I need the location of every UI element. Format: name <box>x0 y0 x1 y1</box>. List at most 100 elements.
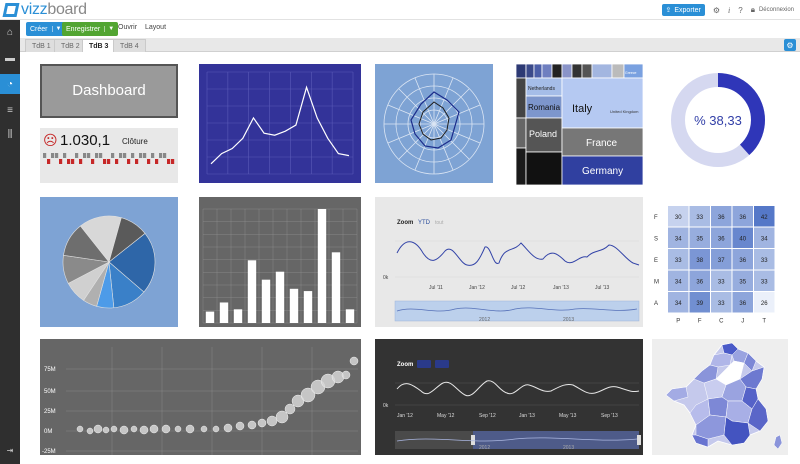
dashboard-gauge-icon[interactable]: ◔ <box>0 74 20 94</box>
line-chart-widget[interactable] <box>199 64 361 183</box>
treemap-label-uk: United Kingdom <box>610 109 639 114</box>
open-link[interactable]: Ouvrir <box>118 24 137 31</box>
kpi-spark-mark <box>47 159 51 164</box>
dark-navigator-tick-2013: 2013 <box>563 445 574 451</box>
dashboard-title-widget[interactable]: Dashboard <box>40 64 178 118</box>
home-icon[interactable]: ⌂ <box>0 22 20 42</box>
donut-widget[interactable]: % 38,33 <box>668 70 768 170</box>
heatmap-cell-value: 36 <box>718 215 725 221</box>
kpi-spark-mark <box>155 159 159 164</box>
bubble-chart-widget[interactable]: 75M 50M 25M 0M -25M <box>40 339 361 455</box>
kpi-spark-mark <box>87 153 91 158</box>
treemap-label-netherlands: Netherlands <box>528 86 555 92</box>
app-logo[interactable]: vizzboard <box>2 1 87 18</box>
zoom-all-button[interactable]: tout <box>435 220 444 226</box>
tab-tdb1[interactable]: TdB 1 <box>25 39 58 52</box>
layout-link[interactable]: Layout <box>145 24 166 31</box>
treemap-label-france: France <box>586 138 618 149</box>
dark-x-tick-sep13: Sep '13 <box>601 413 618 419</box>
kpi-spark-mark <box>83 153 87 158</box>
heatmap-cell-value: 37 <box>718 258 725 264</box>
area-chart-ytd: Zoom YTD tout 0k Jul '11 Jan '12 Jul '12… <box>383 220 640 323</box>
kpi-spark-mark <box>143 153 147 158</box>
logo-prefix: vizz <box>21 1 48 18</box>
bar-chart-widget[interactable] <box>199 197 361 327</box>
help-icon[interactable]: ? <box>738 6 742 15</box>
bar-chart <box>202 208 358 324</box>
bar <box>233 309 243 323</box>
create-button[interactable]: Créer ▼ <box>26 22 66 36</box>
save-button[interactable]: Enregistrer ▼ <box>62 22 119 36</box>
heatmap-cell-value: 36 <box>739 258 746 264</box>
dashboard-title: Dashboard <box>72 82 146 99</box>
kpi-spark-mark <box>163 153 167 158</box>
logo-icon <box>2 3 20 17</box>
top-right-actions: ⇪ Exporter ⚙ i ? 🔒︎ Déconnexion <box>661 3 794 17</box>
tab-settings-gear-icon[interactable]: ⚙ <box>784 39 796 51</box>
chevron-down-icon: ▼ <box>51 26 61 32</box>
folder-icon[interactable]: ▬ <box>0 48 20 68</box>
heatmap-cell-value: 34 <box>675 301 682 307</box>
logout-link[interactable]: Déconnexion <box>759 7 794 13</box>
donut-label: % 38,33 <box>694 113 742 128</box>
dark-navigator-handle-right[interactable] <box>637 435 641 445</box>
heatmap-row-label: M <box>654 279 659 285</box>
kpi-spark-mark <box>167 159 171 164</box>
dark-y-tick-0k: 0k <box>383 403 389 409</box>
dashboard-tabs: TdB 1 TdB 2 TdB 3 TdB 4 ⚙ <box>20 38 800 52</box>
heatmap-cell-value: 33 <box>718 279 725 285</box>
settings-gear-icon[interactable]: ⚙ <box>713 6 720 15</box>
zoom-ytd-button[interactable]: YTD <box>418 220 431 226</box>
area-chart-ytd-widget[interactable]: Zoom YTD tout 0k Jul '11 Jan '12 Jul '12… <box>375 197 643 327</box>
expand-sidebar-icon[interactable]: ⇥ <box>0 440 20 460</box>
lock-icon[interactable]: 🔒︎ <box>751 5 755 15</box>
kpi-spark-mark <box>95 153 99 158</box>
heatmap-cell-value: 35 <box>696 236 703 242</box>
dark-x-tick-may12: May '12 <box>437 413 455 419</box>
bubble-series <box>76 356 359 435</box>
heatmap: F 30 33 36 36 42 S 34 35 36 40 34 E 33 38 37 36 33 M 34 36 33… <box>654 206 775 325</box>
zoom-button-dark-1[interactable] <box>417 360 431 368</box>
bar <box>247 260 257 323</box>
bubble-chart: 75M 50M 25M 0M -25M <box>42 347 359 455</box>
navigator-track[interactable] <box>394 300 640 322</box>
france-map-widget[interactable] <box>652 339 788 455</box>
navigator-tick-2013: 2013 <box>563 317 574 323</box>
treemap-label-italy: Italy <box>572 103 593 115</box>
heatmap-cell-value: 34 <box>675 236 682 242</box>
bar <box>275 271 285 323</box>
area-chart-dark-widget[interactable]: Zoom 0k Jan '12 May '12 Sep '12 Jan '13 … <box>375 339 643 455</box>
heatmap-row-label: A <box>654 301 658 307</box>
zoom-button-dark-2[interactable] <box>435 360 449 368</box>
area-y-tick-0k: 0k <box>383 275 389 281</box>
tab-tdb3[interactable]: TdB 3 <box>82 39 116 52</box>
dark-navigator-handle-left[interactable] <box>471 435 475 445</box>
kpi-spark-mark <box>147 159 151 164</box>
info-icon[interactable]: i <box>728 6 730 15</box>
pie-chart <box>62 215 156 309</box>
sliders-icon[interactable]: ⫼ <box>0 124 20 144</box>
database-icon[interactable]: ≡ <box>0 100 20 120</box>
export-button[interactable]: ⇪ Exporter <box>661 4 705 16</box>
heatmap-row-label: S <box>654 236 658 242</box>
bar <box>261 279 271 323</box>
treemap-widget[interactable]: Netherlands Romania Italy United Kingdom… <box>516 64 643 185</box>
dark-navigator-tick-2012: 2012 <box>479 445 490 451</box>
heatmap-cell-value: 34 <box>675 279 682 285</box>
tab-tdb4[interactable]: TdB 4 <box>113 39 146 52</box>
menu-bar: Créer ▼ Enregistrer ▼ Ouvrir Layout <box>20 20 800 38</box>
radar-chart-widget[interactable] <box>375 64 493 183</box>
bubble-y-tick-neg25m: -25M <box>42 449 56 455</box>
navigator-tick-2012: 2012 <box>479 317 490 323</box>
kpi-widget[interactable]: ☹ 1.030,1 Clôture <box>40 128 178 183</box>
kpi-spark-mark <box>135 159 139 164</box>
logo-suffix: board <box>47 1 87 18</box>
zoom-label-dark: Zoom <box>397 362 413 368</box>
heatmap-widget[interactable]: F 30 33 36 36 42 S 34 35 36 40 34 E 33 38 37 36 33 M 34 36 33… <box>652 202 788 328</box>
sad-face-icon: ☹ <box>43 132 58 148</box>
bar <box>289 288 299 323</box>
pie-chart-widget[interactable] <box>40 197 178 327</box>
kpi-spark-mark <box>55 153 59 158</box>
heatmap-col-label: J <box>741 319 744 325</box>
heatmap-cell-value: 36 <box>696 279 703 285</box>
